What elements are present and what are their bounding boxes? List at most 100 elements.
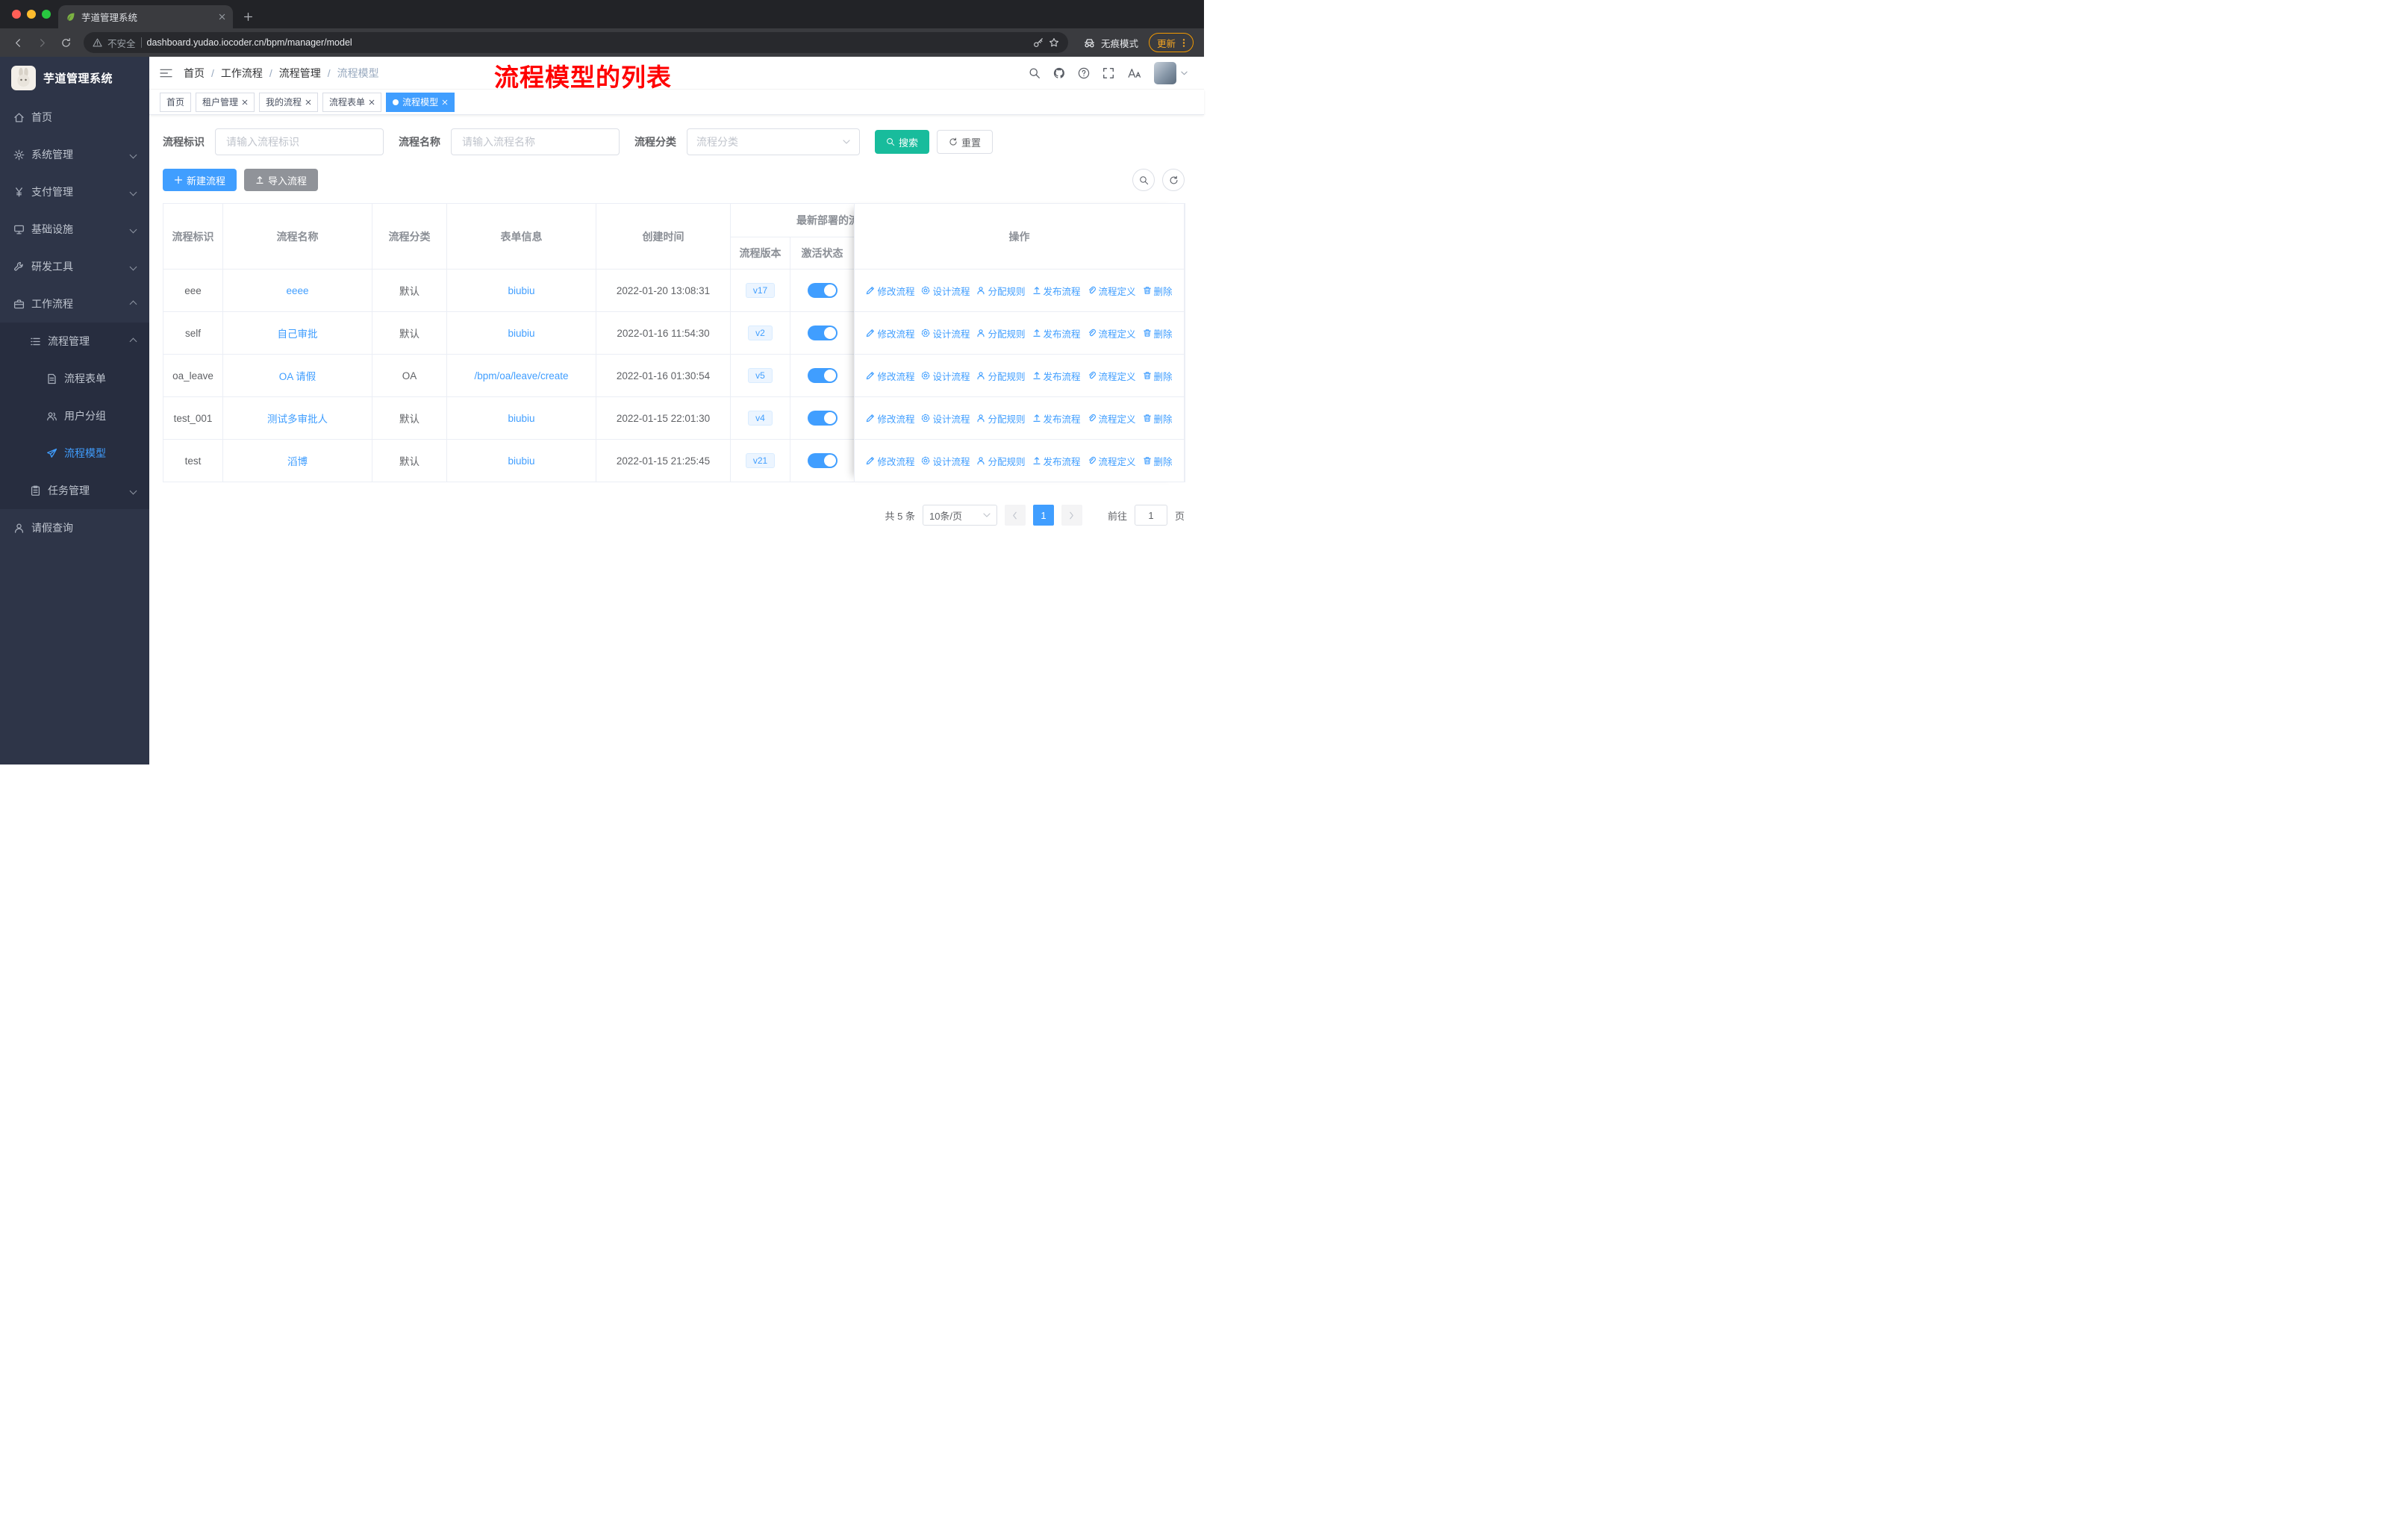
action-assign-link[interactable]: 分配规则 <box>976 454 1026 468</box>
sidebar-item-infrastructure[interactable]: 基础设施 <box>0 211 149 248</box>
action-trash-link[interactable]: 删除 <box>1143 284 1173 298</box>
process-name-link[interactable]: 测试多审批人 <box>267 414 328 425</box>
action-assign-link[interactable]: 分配规则 <box>976 369 1026 383</box>
sidebar-item-leave-query[interactable]: 请假查询 <box>0 509 149 546</box>
action-publish-link[interactable]: 发布流程 <box>1032 369 1081 383</box>
page-1-button[interactable]: 1 <box>1032 505 1054 526</box>
active-toggle[interactable] <box>807 453 838 468</box>
action-define-link[interactable]: 流程定义 <box>1088 369 1136 383</box>
tag-close-icon[interactable] <box>369 99 375 105</box>
breadcrumb-item[interactable]: 工作流程 <box>221 66 263 81</box>
refresh-table-button[interactable] <box>1162 169 1185 191</box>
process-name-link[interactable]: OA 请假 <box>279 371 316 382</box>
back-button[interactable] <box>7 32 28 53</box>
action-trash-link[interactable]: 删除 <box>1143 369 1173 383</box>
process-key-input[interactable] <box>215 128 384 155</box>
help-icon[interactable] <box>1078 67 1090 79</box>
browser-tab[interactable]: 芋道管理系统 <box>58 5 233 28</box>
sidebar-item-system[interactable]: 系统管理 <box>0 136 149 173</box>
process-name-link[interactable]: 自己审批 <box>278 328 318 340</box>
sidebar-item-user-group[interactable]: 用户分组 <box>0 397 149 435</box>
sidebar-item-workflow[interactable]: 工作流程 <box>0 285 149 323</box>
action-edit-link[interactable]: 修改流程 <box>866 284 914 298</box>
user-menu[interactable] <box>1154 61 1188 84</box>
version-badge[interactable]: v21 <box>745 453 776 468</box>
action-trash-link[interactable]: 删除 <box>1143 326 1173 340</box>
update-button[interactable]: 更新 <box>1148 33 1194 52</box>
tag-close-icon[interactable] <box>242 99 248 105</box>
category-select[interactable]: 流程分类 <box>687 128 860 155</box>
toggle-search-button[interactable] <box>1132 169 1155 191</box>
new-tab-button[interactable] <box>243 12 253 22</box>
action-edit-link[interactable]: 修改流程 <box>866 411 914 426</box>
window-minimize-button[interactable] <box>27 10 36 19</box>
security-label[interactable]: 不安全 <box>107 36 136 50</box>
fullscreen-icon[interactable] <box>1102 67 1114 79</box>
breadcrumb-item[interactable]: 流程管理 <box>279 66 321 81</box>
action-trash-link[interactable]: 删除 <box>1143 454 1173 468</box>
action-edit-link[interactable]: 修改流程 <box>866 454 914 468</box>
next-page-button[interactable] <box>1061 505 1082 526</box>
active-toggle[interactable] <box>807 368 838 383</box>
action-design-link[interactable]: 设计流程 <box>921 369 970 383</box>
prev-page-button[interactable] <box>1004 505 1026 526</box>
app-logo[interactable]: 芋道管理系统 <box>0 57 149 99</box>
tag-close-icon[interactable] <box>442 99 448 105</box>
window-zoom-button[interactable] <box>42 10 51 19</box>
sidebar-item-process-form[interactable]: 流程表单 <box>0 360 149 397</box>
header-search-icon[interactable] <box>1029 67 1041 79</box>
active-toggle[interactable] <box>807 326 838 340</box>
url-bar[interactable]: 不安全 dashboard.yudao.iocoder.cn/bpm/manag… <box>84 32 1068 53</box>
sidebar-item-process-model[interactable]: 流程模型 <box>0 435 149 472</box>
tag-首页[interactable]: 首页 <box>160 92 192 112</box>
avatar[interactable] <box>1154 61 1176 84</box>
action-design-link[interactable]: 设计流程 <box>921 326 970 340</box>
action-publish-link[interactable]: 发布流程 <box>1032 284 1081 298</box>
page-size-select[interactable]: 10条/页 <box>922 505 997 526</box>
sidebar-item-task-management[interactable]: 任务管理 <box>0 472 149 509</box>
action-define-link[interactable]: 流程定义 <box>1088 326 1136 340</box>
form-link[interactable]: biubiu <box>508 285 534 296</box>
tag-流程表单[interactable]: 流程表单 <box>322 92 382 112</box>
search-button[interactable]: 搜索 <box>875 130 930 154</box>
action-design-link[interactable]: 设计流程 <box>921 284 970 298</box>
version-badge[interactable]: v5 <box>748 368 773 383</box>
tag-流程模型[interactable]: 流程模型 <box>386 92 455 112</box>
version-badge[interactable]: v17 <box>745 283 776 298</box>
tag-租户管理[interactable]: 租户管理 <box>196 92 255 112</box>
action-assign-link[interactable]: 分配规则 <box>976 411 1026 426</box>
action-publish-link[interactable]: 发布流程 <box>1032 411 1081 426</box>
browser-menu-icon[interactable] <box>1182 38 1185 48</box>
active-toggle[interactable] <box>807 411 838 426</box>
version-badge[interactable]: v2 <box>748 326 773 340</box>
goto-page-input[interactable] <box>1134 505 1167 526</box>
action-edit-link[interactable]: 修改流程 <box>866 326 914 340</box>
action-edit-link[interactable]: 修改流程 <box>866 369 914 383</box>
process-name-input[interactable] <box>451 128 620 155</box>
github-icon[interactable] <box>1053 67 1065 79</box>
breadcrumb-item[interactable]: 首页 <box>184 66 205 81</box>
url-text[interactable]: dashboard.yudao.iocoder.cn/bpm/manager/m… <box>147 37 1028 48</box>
form-link[interactable]: /bpm/oa/leave/create <box>474 370 568 382</box>
tag-close-icon[interactable] <box>305 99 311 105</box>
active-toggle[interactable] <box>807 283 838 298</box>
process-name-link[interactable]: eeee <box>286 285 308 296</box>
create-process-button[interactable]: 新建流程 <box>163 169 237 191</box>
process-name-link[interactable]: 滔博 <box>287 456 308 467</box>
sidebar-item-home[interactable]: 首页 <box>0 99 149 136</box>
action-define-link[interactable]: 流程定义 <box>1088 454 1136 468</box>
collapse-sidebar-button[interactable] <box>160 68 172 78</box>
action-publish-link[interactable]: 发布流程 <box>1032 326 1081 340</box>
password-key-icon[interactable] <box>1033 37 1044 48</box>
form-link[interactable]: biubiu <box>508 328 534 339</box>
window-close-button[interactable] <box>12 10 21 19</box>
action-define-link[interactable]: 流程定义 <box>1088 411 1136 426</box>
action-design-link[interactable]: 设计流程 <box>921 454 970 468</box>
action-trash-link[interactable]: 删除 <box>1143 411 1173 426</box>
sidebar-item-payment[interactable]: 支付管理 <box>0 173 149 211</box>
action-assign-link[interactable]: 分配规则 <box>976 326 1026 340</box>
font-size-icon[interactable] <box>1127 67 1141 79</box>
version-badge[interactable]: v4 <box>748 411 773 426</box>
sidebar-item-devtools[interactable]: 研发工具 <box>0 248 149 285</box>
reload-button[interactable] <box>55 32 76 53</box>
